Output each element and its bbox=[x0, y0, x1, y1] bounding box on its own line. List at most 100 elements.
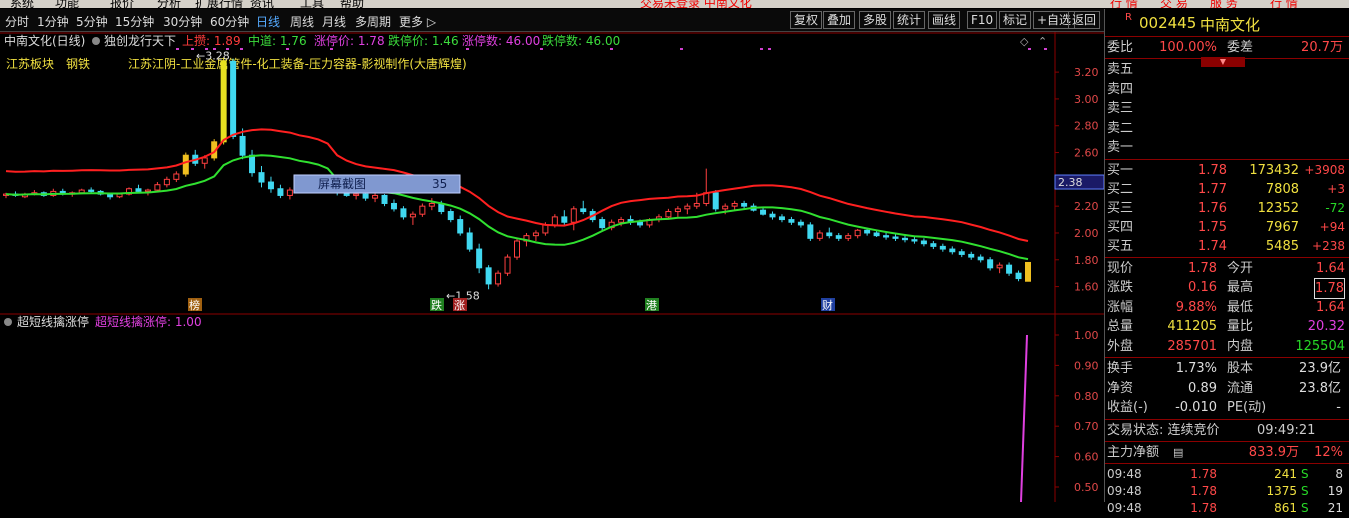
candle-body bbox=[864, 229, 871, 234]
stat-label: 流通 bbox=[1227, 380, 1254, 396]
indicator-settings-icon[interactable] bbox=[92, 37, 100, 45]
quote-stat-row: 外盘 285701 内盘 125504 bbox=[1107, 337, 1347, 356]
signal-dot bbox=[466, 48, 469, 50]
sub-indicator-icon[interactable] bbox=[4, 318, 12, 326]
candle-body bbox=[163, 178, 170, 186]
sys-menu-item[interactable]: 扩展行情 bbox=[195, 0, 243, 8]
sys-menu-item[interactable]: 功能 bbox=[55, 0, 79, 8]
candle-body bbox=[599, 219, 606, 229]
chevron-up-icon[interactable]: ⌃ bbox=[1038, 35, 1047, 48]
sell-level-row[interactable]: 卖四 bbox=[1107, 80, 1347, 99]
candle-body bbox=[826, 232, 833, 237]
candle-body bbox=[532, 232, 539, 237]
candle-body bbox=[968, 253, 975, 258]
buy-level-row[interactable]: 买二 1.77 7808 +3 bbox=[1107, 180, 1347, 199]
buy-level-row[interactable]: 买三 1.76 12352 -72 bbox=[1107, 199, 1347, 218]
period-tab[interactable]: 周线 bbox=[290, 13, 314, 30]
sector-tag[interactable]: 江苏板块 bbox=[6, 57, 54, 71]
tool-button[interactable]: 画线 bbox=[928, 11, 961, 29]
sys-right-button[interactable]: 交 易 bbox=[1160, 0, 1188, 8]
stat-label: 外盘 bbox=[1107, 338, 1134, 354]
tool-button[interactable]: 返回 bbox=[1068, 11, 1101, 29]
list-icon[interactable]: ▤ bbox=[1173, 443, 1183, 462]
signal-dot bbox=[286, 48, 289, 50]
period-tab[interactable]: 5分钟 bbox=[76, 13, 108, 30]
buy-change: +238 bbox=[1312, 238, 1345, 253]
sell-level-label: 卖四 bbox=[1107, 81, 1134, 97]
period-tab[interactable]: 60分钟 bbox=[210, 13, 249, 30]
sell-level-label: 卖二 bbox=[1107, 120, 1134, 136]
tick-volume: 861 bbox=[1274, 500, 1297, 515]
buy-level-row[interactable]: 买一 1.78 173432 +3908 bbox=[1107, 161, 1347, 180]
buy-level-row[interactable]: 买四 1.75 7967 +94 bbox=[1107, 218, 1347, 237]
buy-price: 1.75 bbox=[1198, 219, 1227, 235]
signal-dot bbox=[610, 48, 613, 50]
sys-menu-item[interactable]: 工具 bbox=[300, 0, 324, 8]
candle-body bbox=[807, 224, 814, 239]
sys-menu-item[interactable]: 系统 bbox=[10, 0, 34, 8]
sell-level-row[interactable]: 卖三 bbox=[1107, 99, 1347, 118]
quote-panel: R 002445 中南文化 委比 100.00% 委差 20.7万 ▼ 卖五 卖四 卖三 卖二 卖一 买一… bbox=[1104, 9, 1349, 515]
sub-indicator-title[interactable]: 超短线擒涨停 bbox=[17, 314, 89, 329]
sys-menu-item[interactable]: 资讯 bbox=[250, 0, 274, 8]
stat-value: 1.73% bbox=[1175, 361, 1217, 376]
sell-level-label: 卖五 bbox=[1107, 62, 1134, 77]
trade-time: 09:49:21 bbox=[1257, 422, 1316, 438]
tool-button[interactable]: 统计 bbox=[893, 11, 926, 29]
candle-body bbox=[741, 202, 748, 207]
sys-menu-item[interactable]: 分析 bbox=[157, 0, 181, 8]
kline-chart-svg[interactable]: 中南文化(日线) 独创龙行天下 上攒: 1.89 中道: 1.76 涨停价: 1.78 跌… bbox=[0, 32, 1105, 503]
sys-menu-item[interactable]: 帮助 bbox=[340, 0, 364, 8]
candle-body bbox=[353, 193, 360, 196]
quote-stat-row: 总量 411205 量比 20.32 bbox=[1107, 317, 1347, 336]
tool-button[interactable]: 叠加 bbox=[823, 11, 856, 29]
candle-body bbox=[154, 184, 161, 191]
sector-tag[interactable]: 钢铁 bbox=[66, 57, 90, 71]
sys-right-button[interactable]: 服 务 bbox=[1210, 0, 1238, 8]
period-tab[interactable]: 月线 bbox=[322, 13, 346, 30]
sell-level-row[interactable]: 卖一 bbox=[1107, 138, 1347, 157]
period-tab[interactable]: 分时 bbox=[5, 13, 29, 30]
period-tab[interactable]: 更多 ▷ bbox=[399, 13, 436, 30]
candle-body bbox=[693, 202, 700, 207]
tick-count: 21 bbox=[1327, 500, 1343, 515]
period-tab[interactable]: 15分钟 bbox=[115, 13, 154, 30]
indicator-name[interactable]: 独创龙行天下 bbox=[104, 34, 176, 48]
tool-button[interactable]: 多股 bbox=[859, 11, 892, 29]
sys-right-button[interactable]: 行 情 bbox=[1270, 0, 1298, 8]
diamond-icon[interactable]: ◇ bbox=[1020, 35, 1029, 48]
tool-button[interactable]: 复权 bbox=[790, 11, 823, 29]
candle-body bbox=[883, 235, 890, 238]
tool-button[interactable]: F10 bbox=[967, 11, 998, 29]
system-menu-bar: 系统 功能 报价 分析 扩展行情 资讯 工具 帮助 交易未登录 中南文化 行 情 交 易 服 务 行 情 bbox=[0, 0, 1349, 8]
quote-stat-row: 换手 1.73% 股本 23.9亿 bbox=[1107, 359, 1347, 378]
stat-value: - bbox=[1336, 400, 1341, 415]
tool-button[interactable]: 标记 bbox=[999, 11, 1032, 29]
candle-body bbox=[816, 232, 823, 239]
candle-body bbox=[580, 208, 587, 213]
candle-body bbox=[665, 211, 672, 218]
candle-body bbox=[854, 229, 861, 237]
period-tab[interactable]: 日线 bbox=[256, 13, 280, 30]
candle-body bbox=[419, 205, 426, 215]
sys-menu-item[interactable]: 报价 bbox=[110, 0, 134, 8]
sector-tag[interactable]: 江苏江阴-工业金属管件-化工装备-压力容器-影视制作(大唐辉煌) bbox=[128, 56, 467, 71]
sell-level-row[interactable]: 卖五 bbox=[1107, 60, 1347, 79]
buy-level-row[interactable]: 买五 1.74 5485 +238 bbox=[1107, 237, 1347, 256]
indicator-param: 涨停价: 1.78 bbox=[314, 33, 385, 48]
sys-right-button[interactable]: 行 情 bbox=[1110, 0, 1138, 8]
period-tab[interactable]: 30分钟 bbox=[163, 13, 202, 30]
buy-price: 1.78 bbox=[1198, 162, 1227, 178]
stat-value: 285701 bbox=[1167, 338, 1217, 354]
candle-body bbox=[144, 189, 151, 192]
period-tab[interactable]: 多周期 bbox=[355, 13, 391, 30]
weibi-row: 委比 100.00% 委差 20.7万 bbox=[1107, 38, 1347, 57]
stat-label: 最高 bbox=[1227, 280, 1254, 295]
stat-value: 23.9亿 bbox=[1299, 361, 1341, 376]
sell-level-row[interactable]: 卖二 bbox=[1107, 119, 1347, 138]
sub-y-tick-label: 0.70 bbox=[1074, 420, 1099, 433]
kline-chart-area[interactable]: 中南文化(日线) 独创龙行天下 上攒: 1.89 中道: 1.76 涨停价: 1.78 跌… bbox=[0, 32, 1105, 503]
stat-value: 23.8亿 bbox=[1299, 380, 1341, 396]
buy-volume: 7808 bbox=[1265, 181, 1299, 197]
period-tab[interactable]: 1分钟 bbox=[37, 13, 69, 30]
